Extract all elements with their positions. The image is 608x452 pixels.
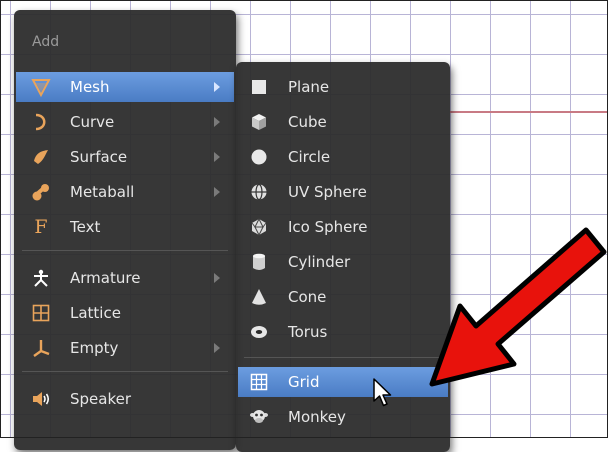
grid-icon: [248, 371, 270, 393]
menu-item-label: Grid: [288, 373, 320, 391]
add-menu: Add Mesh Curve Surface Metaball F Text A…: [14, 10, 236, 450]
uv-sphere-icon: [248, 181, 270, 203]
menu-item-label: Speaker: [70, 390, 132, 408]
surface-icon: [30, 146, 52, 168]
submenu-arrow-icon: [214, 82, 220, 92]
menu-item-monkey[interactable]: Monkey: [238, 402, 448, 432]
menu-item-label: Circle: [288, 148, 331, 166]
menu-item-curve[interactable]: Curve: [16, 107, 234, 137]
red-annotation-arrow: [429, 227, 607, 387]
menu-item-cube[interactable]: Cube: [238, 107, 448, 137]
cone-icon: [248, 286, 270, 308]
menu-item-label: Armature: [70, 269, 141, 287]
menu-item-mesh[interactable]: Mesh: [16, 72, 234, 102]
menu-item-label: Torus: [288, 323, 328, 341]
menu-item-metaball[interactable]: Metaball: [16, 177, 234, 207]
metaball-icon: [30, 181, 52, 203]
menu-item-label: Monkey: [288, 408, 346, 426]
curve-icon: [30, 111, 52, 133]
cube-icon: [248, 111, 270, 133]
menu-item-text[interactable]: F Text: [16, 212, 234, 242]
menu-item-label: Metaball: [70, 183, 135, 201]
submenu-arrow-icon: [214, 152, 220, 162]
menu-item-surface[interactable]: Surface: [16, 142, 234, 172]
empty-axes-icon: [30, 337, 52, 359]
menu-item-cone[interactable]: Cone: [238, 282, 448, 312]
submenu-arrow-icon: [214, 273, 220, 283]
submenu-arrow-icon: [214, 187, 220, 197]
menu-item-ico-sphere[interactable]: Ico Sphere: [238, 212, 448, 242]
plane-icon: [248, 76, 270, 98]
menu-item-label: Empty: [70, 339, 119, 357]
mesh-triangle-icon: [30, 76, 52, 98]
menu-item-armature[interactable]: Armature: [16, 263, 234, 293]
menu-item-empty[interactable]: Empty: [16, 333, 234, 363]
menu-item-label: UV Sphere: [288, 183, 367, 201]
armature-icon: [30, 267, 52, 289]
menu-item-uv-sphere[interactable]: UV Sphere: [238, 177, 448, 207]
menu-item-label: Cone: [288, 288, 327, 306]
text-f-icon: F: [34, 216, 48, 238]
menu-item-cylinder[interactable]: Cylinder: [238, 247, 448, 277]
torus-icon: [248, 321, 270, 343]
menu-item-circle[interactable]: Circle: [238, 142, 448, 172]
menu-item-label: Mesh: [70, 78, 110, 96]
submenu-arrow-icon: [214, 117, 220, 127]
menu-item-lattice[interactable]: Lattice: [16, 298, 234, 328]
menu-item-label: Cylinder: [288, 253, 351, 271]
menu-separator: [22, 250, 228, 251]
mouse-cursor-icon: [373, 378, 392, 407]
speaker-icon: [30, 388, 52, 410]
menu-separator: [22, 371, 228, 372]
circle-icon: [248, 146, 270, 168]
menu-item-label: Ico Sphere: [288, 218, 368, 236]
lattice-icon: [30, 302, 52, 324]
ico-sphere-icon: [248, 216, 270, 238]
menu-item-grid[interactable]: Grid: [238, 367, 448, 397]
add-menu-title: Add: [32, 34, 60, 50]
menu-separator: [244, 357, 442, 358]
menu-item-plane[interactable]: Plane: [238, 72, 448, 102]
menu-item-speaker[interactable]: Speaker: [16, 384, 234, 414]
submenu-arrow-icon: [214, 343, 220, 353]
menu-item-torus[interactable]: Torus: [238, 317, 448, 347]
menu-item-label: Text: [70, 218, 101, 236]
menu-item-label: Cube: [288, 113, 327, 131]
monkey-icon: [248, 406, 270, 428]
menu-item-label: Surface: [70, 148, 128, 166]
menu-item-label: Lattice: [70, 304, 121, 322]
menu-item-label: Curve: [70, 113, 115, 131]
mesh-submenu: Plane Cube Circle UV Sphere Ico Sphere C…: [236, 62, 450, 452]
x-axis-line: [450, 111, 608, 113]
cylinder-icon: [248, 251, 270, 273]
menu-item-label: Plane: [288, 78, 330, 96]
